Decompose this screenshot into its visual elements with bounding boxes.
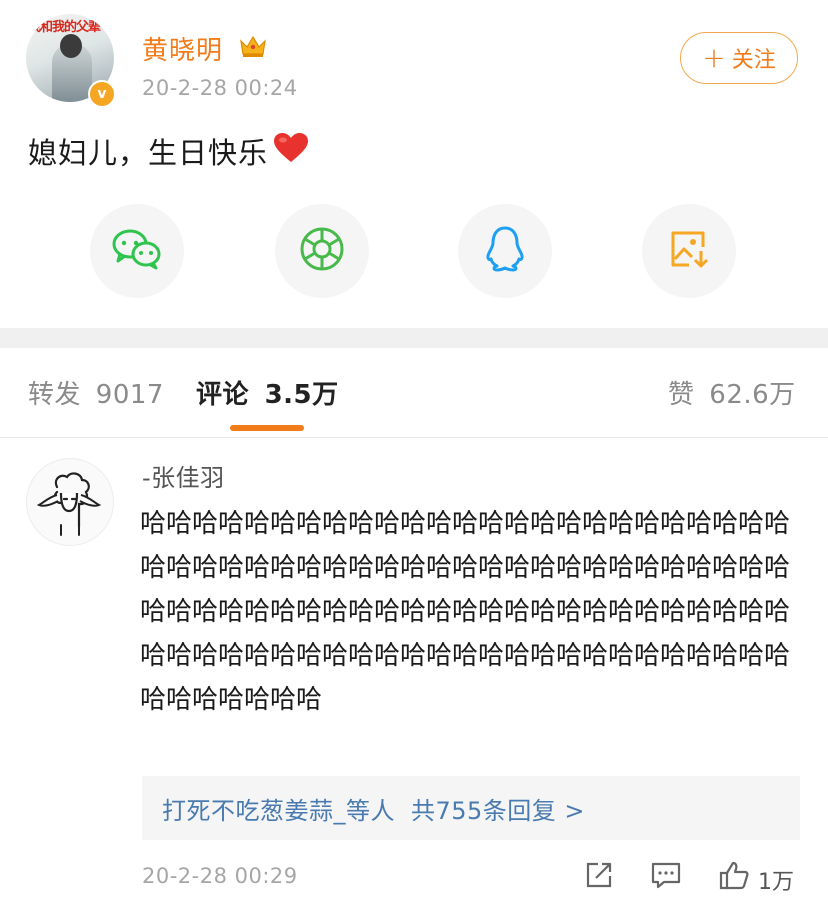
tab-like-count: 62.6万 [709,380,796,410]
tab-divider [0,437,828,438]
follow-button[interactable]: + 关注 [680,32,798,84]
post-text: 媳妇儿，生日快乐 [28,136,269,170]
share-moments-button[interactable] [275,204,369,298]
view-replies-button[interactable]: 打死不吃葱姜蒜_等人 共755条回复 > [142,776,800,840]
tab-repost-count: 9017 [95,380,164,410]
active-tab-indicator [230,425,304,431]
tab-like-label: 赞 [668,380,695,410]
comment-text: 哈哈哈哈哈哈哈哈哈哈哈哈哈哈哈哈哈哈哈哈哈哈哈哈哈哈哈哈哈哈哈哈哈哈哈哈哈哈哈哈… [140,509,791,715]
avatar-head [60,34,82,58]
like-comment-icon[interactable] [718,860,750,894]
post-body: 媳妇儿，生日快乐 [28,130,310,172]
moments-icon [299,226,345,276]
post-time: 20-2-28 00:24 [142,76,298,100]
reply-summary: 共755条回复 > [411,796,586,825]
tab-like[interactable]: 赞 62.6万 [668,374,796,411]
share-wechat-button[interactable] [90,204,184,298]
qq-icon [483,225,527,277]
reply-comment-icon[interactable] [650,860,682,894]
verified-badge-icon: v [88,80,116,108]
tab-comment-label: 评论 [196,380,250,410]
save-image-icon [667,227,711,275]
avatar-banner-text: 我和我的父辈 [28,20,101,35]
comment-like-count: 1万 [758,870,794,895]
tab-repost-label: 转发 [28,380,82,410]
tab-comment-count: 3.5万 [264,380,339,410]
reply-user: 打死不吃葱姜蒜_等人 [162,796,395,825]
heart-icon [272,132,310,171]
share-comment-icon[interactable] [584,860,614,894]
author-name[interactable]: 黄晓明 [142,30,223,67]
comment-time: 20-2-28 00:29 [142,864,298,888]
share-qq-button[interactable] [458,204,552,298]
tab-repost[interactable]: 转发 9017 [28,374,164,411]
commenter-avatar[interactable] [26,458,114,546]
commenter-name[interactable]: -张佳羽 [142,458,225,493]
wechat-icon [111,227,163,275]
crown-icon [238,33,268,63]
plus-icon: + [702,41,726,74]
tab-comment[interactable]: 评论 3.5万 [196,374,339,411]
sheep-icon [36,472,102,536]
section-divider [0,328,828,348]
save-image-button[interactable] [642,204,736,298]
follow-label: 关注 [731,48,776,73]
